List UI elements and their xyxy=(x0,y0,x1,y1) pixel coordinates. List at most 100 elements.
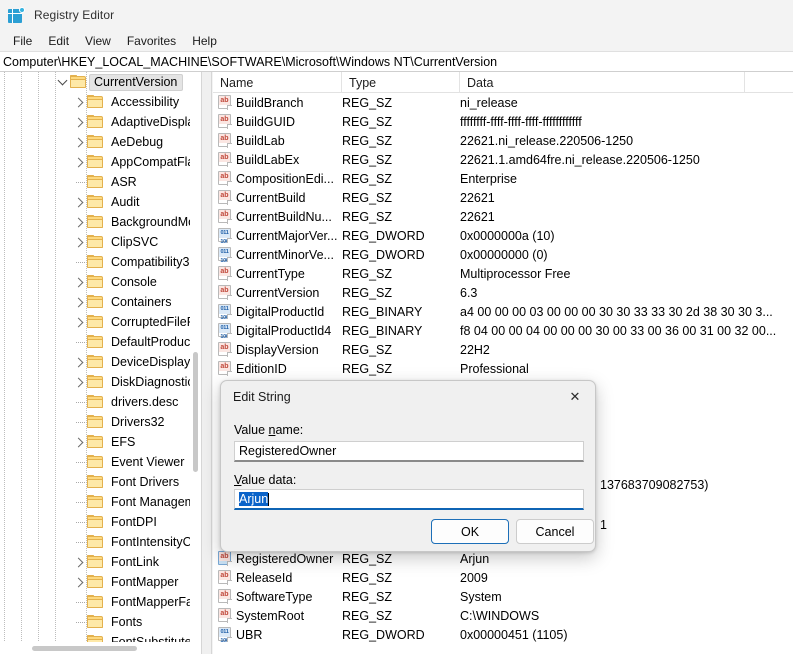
registry-value-row[interactable]: ab CurrentBuild REG_SZ 22621 xyxy=(213,188,793,207)
chevron-right-icon[interactable] xyxy=(72,572,87,592)
chevron-right-icon[interactable] xyxy=(72,272,87,292)
string-value-icon: ab xyxy=(218,152,232,167)
registry-value-row[interactable]: ab BuildBranch REG_SZ ni_release xyxy=(213,93,793,112)
column-header-type[interactable]: Type xyxy=(342,72,460,93)
registry-tree-panel[interactable]: CurrentVersion Accessibility AdaptiveDispl… xyxy=(0,72,201,642)
registry-value-row[interactable]: 011 100 CurrentMajorVer... REG_DWORD 0x00000… xyxy=(213,226,793,245)
chevron-right-icon[interactable] xyxy=(72,552,87,572)
registry-value-row[interactable]: ab BuildLab REG_SZ 22621.ni_release.220506-… xyxy=(213,131,793,150)
tree-item-diskdiagnostics[interactable]: DiskDiagnostics xyxy=(0,372,201,392)
tree-item-audit[interactable]: Audit xyxy=(0,192,201,212)
chevron-right-icon[interactable] xyxy=(72,192,87,212)
value-data-cell: 0x00000000 (0) xyxy=(460,247,548,262)
tree-item-fontdpi[interactable]: FontDPI xyxy=(0,512,201,532)
tree-item-asr[interactable]: ASR xyxy=(0,172,201,192)
registry-value-row[interactable]: 011 100 DigitalProductId4 REG_BINARY f8 04 0… xyxy=(213,321,793,340)
chevron-right-icon[interactable] xyxy=(72,312,87,332)
chevron-right-icon[interactable] xyxy=(72,292,87,312)
menu-file[interactable]: File xyxy=(5,32,40,50)
tree-item-fontmapperfam[interactable]: FontMapperFam xyxy=(0,592,201,612)
registry-value-row[interactable]: ab CurrentVersion REG_SZ 6.3 xyxy=(213,283,793,302)
tree-vertical-scrollbar[interactable] xyxy=(190,72,201,642)
address-bar[interactable]: Computer\HKEY_LOCAL_MACHINE\SOFTWARE\Mic… xyxy=(0,51,793,72)
folder-icon xyxy=(87,155,104,169)
tree-leaf-connector xyxy=(72,332,87,352)
registry-value-row[interactable]: ab SoftwareType REG_SZ System xyxy=(213,587,793,606)
folder-icon xyxy=(87,475,104,489)
tree-item-label: DiskDiagnostics xyxy=(111,375,200,389)
tree-item-adaptivedisplay[interactable]: AdaptiveDisplay xyxy=(0,112,201,132)
close-icon[interactable]: ✕ xyxy=(555,381,595,413)
tree-item-font-managem[interactable]: Font Managem xyxy=(0,492,201,512)
registry-value-row[interactable]: 011 100 DigitalProductId REG_BINARY a4 00 00… xyxy=(213,302,793,321)
tree-item-devicedisplayo[interactable]: DeviceDisplayO xyxy=(0,352,201,372)
tree-item-efs[interactable]: EFS xyxy=(0,432,201,452)
chevron-right-icon[interactable] xyxy=(72,152,87,172)
chevron-right-icon[interactable] xyxy=(72,432,87,452)
registry-values-panel[interactable]: Name Type Data ab BuildBranch REG_SZ ni_relea… xyxy=(213,72,793,654)
tree-item-compatibility32[interactable]: Compatibility32 xyxy=(0,252,201,272)
menu-edit[interactable]: Edit xyxy=(40,32,77,50)
tree-item-corruptedfilere[interactable]: CorruptedFileRe xyxy=(0,312,201,332)
tree-item-currentversion[interactable]: CurrentVersion xyxy=(0,72,201,92)
tree-horizontal-scrollbar[interactable] xyxy=(0,642,201,654)
tree-item-aedebug[interactable]: AeDebug xyxy=(0,132,201,152)
value-type-cell: REG_SZ xyxy=(342,95,393,110)
chevron-right-icon[interactable] xyxy=(72,352,87,372)
registry-value-row[interactable]: ab CompositionEdi... REG_SZ Enterprise xyxy=(213,169,793,188)
tree-item-backgroundmo[interactable]: BackgroundMo xyxy=(0,212,201,232)
tree-item-fontsubstitutes[interactable]: FontSubstitutes xyxy=(0,632,201,642)
column-header-name[interactable]: Name xyxy=(213,72,342,93)
chevron-right-icon[interactable] xyxy=(72,92,87,112)
registry-value-row[interactable]: ab EditionID REG_SZ Professional xyxy=(213,359,793,378)
cancel-button[interactable]: Cancel xyxy=(516,519,594,544)
registry-value-row[interactable]: ab DisplayVersion REG_SZ 22H2 xyxy=(213,340,793,359)
tree-item-containers[interactable]: Containers xyxy=(0,292,201,312)
folder-icon xyxy=(87,175,104,189)
registry-value-row[interactable]: ab CurrentType REG_SZ Multiprocessor Free xyxy=(213,264,793,283)
tree-item-label: Audit xyxy=(111,195,140,209)
chevron-right-icon[interactable] xyxy=(72,212,87,232)
registry-value-row[interactable]: ab BuildLabEx REG_SZ 22621.1.amd64fre.ni_re… xyxy=(213,150,793,169)
value-name-cell: DigitalProductId xyxy=(236,304,325,319)
string-value-icon: ab xyxy=(218,95,232,110)
tree-item-drivers32[interactable]: Drivers32 xyxy=(0,412,201,432)
menu-favorites[interactable]: Favorites xyxy=(119,32,184,50)
tree-item-appcompatflag[interactable]: AppCompatFlag xyxy=(0,152,201,172)
ok-button[interactable]: OK xyxy=(431,519,509,544)
tree-item-event-viewer[interactable]: Event Viewer xyxy=(0,452,201,472)
value-name-input[interactable]: RegisteredOwner xyxy=(234,441,584,462)
chevron-right-icon[interactable] xyxy=(72,112,87,132)
registry-value-row[interactable]: 011 100 CurrentMinorVe... REG_DWORD 0x000000… xyxy=(213,245,793,264)
folder-icon xyxy=(87,575,104,589)
value-type-cell: REG_SZ xyxy=(342,266,393,281)
chevron-right-icon[interactable] xyxy=(72,372,87,392)
column-header-data[interactable]: Data xyxy=(460,72,745,93)
folder-icon xyxy=(87,255,104,269)
registry-value-row[interactable]: 011 100 UBR REG_DWORD 0x00000451 (1105) xyxy=(213,625,793,644)
tree-horizontal-scrollbar-thumb[interactable] xyxy=(32,646,137,651)
registry-value-row[interactable]: ab CurrentBuildNu... REG_SZ 22621 xyxy=(213,207,793,226)
tree-item-fontlink[interactable]: FontLink xyxy=(0,552,201,572)
chevron-down-icon[interactable] xyxy=(55,72,70,92)
registry-value-row[interactable]: ab ReleaseId REG_SZ 2009 xyxy=(213,568,793,587)
tree-item-font-drivers[interactable]: Font Drivers xyxy=(0,472,201,492)
registry-value-row[interactable]: ab SystemRoot REG_SZ C:\WINDOWS xyxy=(213,606,793,625)
tree-item-fonts[interactable]: Fonts xyxy=(0,612,201,632)
tree-vertical-scrollbar-thumb[interactable] xyxy=(193,352,198,472)
value-name-cell: DisplayVersion xyxy=(236,342,319,357)
tree-item-drivers-desc[interactable]: drivers.desc xyxy=(0,392,201,412)
panel-splitter[interactable] xyxy=(201,72,212,654)
chevron-right-icon[interactable] xyxy=(72,132,87,152)
menu-view[interactable]: View xyxy=(77,32,119,50)
menu-help[interactable]: Help xyxy=(184,32,225,50)
registry-value-row[interactable]: ab BuildGUID REG_SZ ffffffff-ffff-ffff-ffff… xyxy=(213,112,793,131)
tree-item-defaultproducti[interactable]: DefaultProductI xyxy=(0,332,201,352)
tree-item-fontmapper[interactable]: FontMapper xyxy=(0,572,201,592)
chevron-right-icon[interactable] xyxy=(72,232,87,252)
tree-item-fontintensityco[interactable]: FontIntensityCo xyxy=(0,532,201,552)
tree-item-accessibility[interactable]: Accessibility xyxy=(0,92,201,112)
tree-item-clipsvc[interactable]: ClipSVC xyxy=(0,232,201,252)
tree-item-console[interactable]: Console xyxy=(0,272,201,292)
value-data-input[interactable]: Arjun xyxy=(234,489,584,510)
